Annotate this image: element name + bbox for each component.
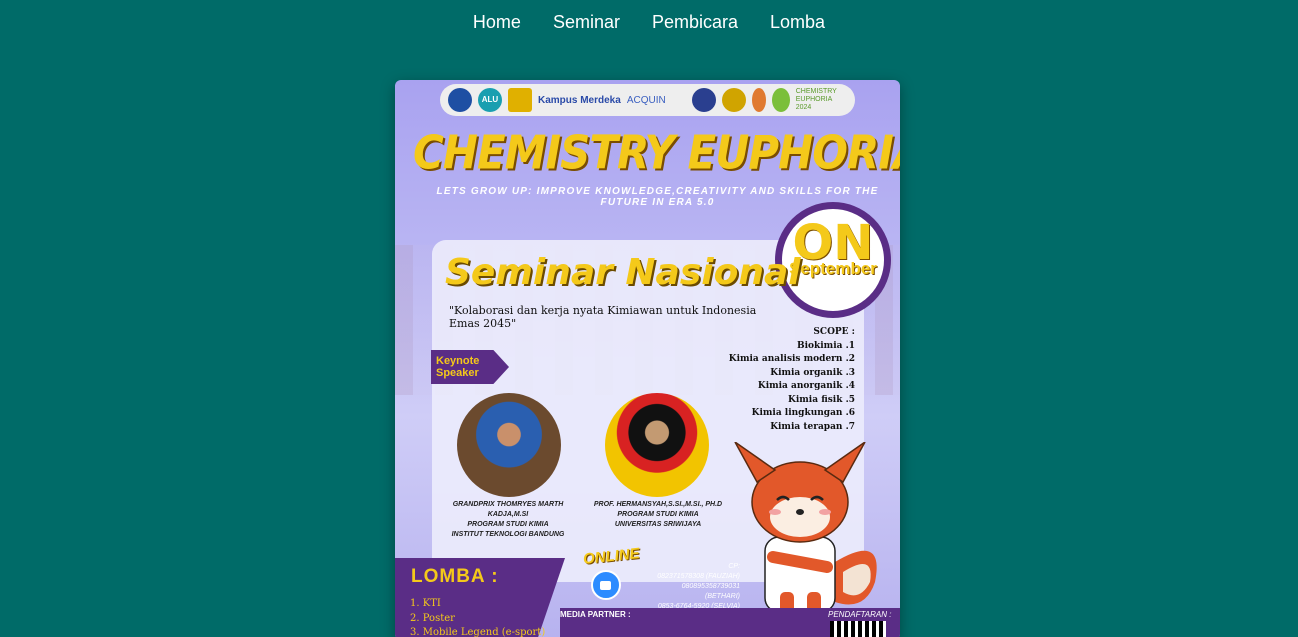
lomba-list: 1. KTI 2. Poster 3. Mobile Legend (e-spo… xyxy=(410,597,545,637)
speaker-photo-2 xyxy=(605,393,709,497)
speaker-institution: INSTITUT TEKNOLOGI BANDUNG xyxy=(451,531,565,538)
poster-main-title: CHEMISTRY EUPHORIA 2024 xyxy=(413,125,900,180)
sponsor-logo-strip: ALU Kampus Merdeka ACQUIN CHEMISTRY EUPH… xyxy=(440,84,855,116)
zoom-icon xyxy=(591,570,621,600)
alu-logo-icon: ALU xyxy=(478,88,502,112)
faculty-crest-icon xyxy=(691,88,716,112)
top-nav: Home Seminar Pembicara Lomba xyxy=(0,10,1298,34)
contact-line: 080895358739031 (BETHARI) xyxy=(681,583,740,600)
speaker-caption-2: PROF. HERMANSYAH,S.SI.,M.SI., PH.D PROGR… xyxy=(583,500,733,530)
speaker-name: GRANDPRIX THOMRYES MARTH KADJA,M.SI xyxy=(452,501,564,518)
hmkimia-logo-icon xyxy=(751,88,766,112)
media-partner-label: MEDIA PARTNER : xyxy=(560,610,631,619)
scope-list: SCOPE : Biokimia .1 Kimia analisis moder… xyxy=(695,326,855,434)
scope-item: Kimia analisis modern .2 xyxy=(728,354,855,364)
lomba-item: 1. KTI xyxy=(410,598,441,609)
contact-label: CP: xyxy=(728,563,740,570)
event-poster-image: ALU Kampus Merdeka ACQUIN CHEMISTRY EUPH… xyxy=(395,80,900,637)
seminar-title: Seminar Nasional xyxy=(445,252,801,293)
nav-pembicara-link[interactable]: Pembicara xyxy=(652,10,738,34)
tut-wuri-logo-icon xyxy=(448,88,472,112)
speaker-institution: UNIVERSITAS SRIWIJAYA xyxy=(614,521,702,528)
fox-mascot-icon xyxy=(734,442,877,620)
scope-item: Kimia fisik .5 xyxy=(788,394,855,405)
registration-qr-code-icon xyxy=(830,621,886,637)
pendaftaran-label: PENDAFTARAN : xyxy=(828,610,892,619)
scope-item: Biokimia .1 xyxy=(797,340,855,351)
contact-person: CP: 082371578308 (FAUZIAH) 0808953587390… xyxy=(645,562,740,612)
scope-item: Kimia lingkungan .6 xyxy=(751,408,855,418)
lomba-item: 3. Mobile Legend (e-sport) xyxy=(410,627,546,637)
university-crest-icon xyxy=(508,88,532,112)
speaker-program: PROGRAM STUDI KIMIA xyxy=(617,511,699,518)
speaker-photo-1 xyxy=(457,393,561,497)
lomba-title: LOMBA : xyxy=(411,566,499,587)
speaker-name: PROF. HERMANSYAH,S.SI.,M.SI., PH.D xyxy=(593,501,723,508)
chemistry-euphoria-logo-text: CHEMISTRY EUPHORIA 2024 xyxy=(795,88,837,111)
scope-item: Kimia organik .3 xyxy=(770,367,855,378)
scope-heading: SCOPE : xyxy=(813,327,855,337)
speaker-program: PROGRAM STUDI KIMIA xyxy=(467,521,549,528)
chemistry-euphoria-logo-icon xyxy=(771,88,790,112)
speaker-caption-1: GRANDPRIX THOMRYES MARTH KADJA,M.SI PROG… xyxy=(433,500,583,540)
nav-home-link[interactable]: Home xyxy=(473,10,521,34)
lomba-item: 2. Poster xyxy=(410,612,455,624)
keynote-speaker-tag: Keynote Speaker xyxy=(431,350,509,384)
university-seal-icon xyxy=(721,88,746,112)
kampus-merdeka-logo: Kampus Merdeka xyxy=(538,94,621,106)
contact-line: 082371578308 (FAUZIAH) xyxy=(657,573,740,580)
scope-item: Kimia anorganik .4 xyxy=(757,381,855,391)
nav-lomba-link[interactable]: Lomba xyxy=(770,10,825,34)
acquin-logo: ACQUIN xyxy=(626,94,666,106)
nav-seminar-link[interactable]: Seminar xyxy=(553,10,620,34)
scope-item: Kimia terapan .7 xyxy=(770,421,855,432)
